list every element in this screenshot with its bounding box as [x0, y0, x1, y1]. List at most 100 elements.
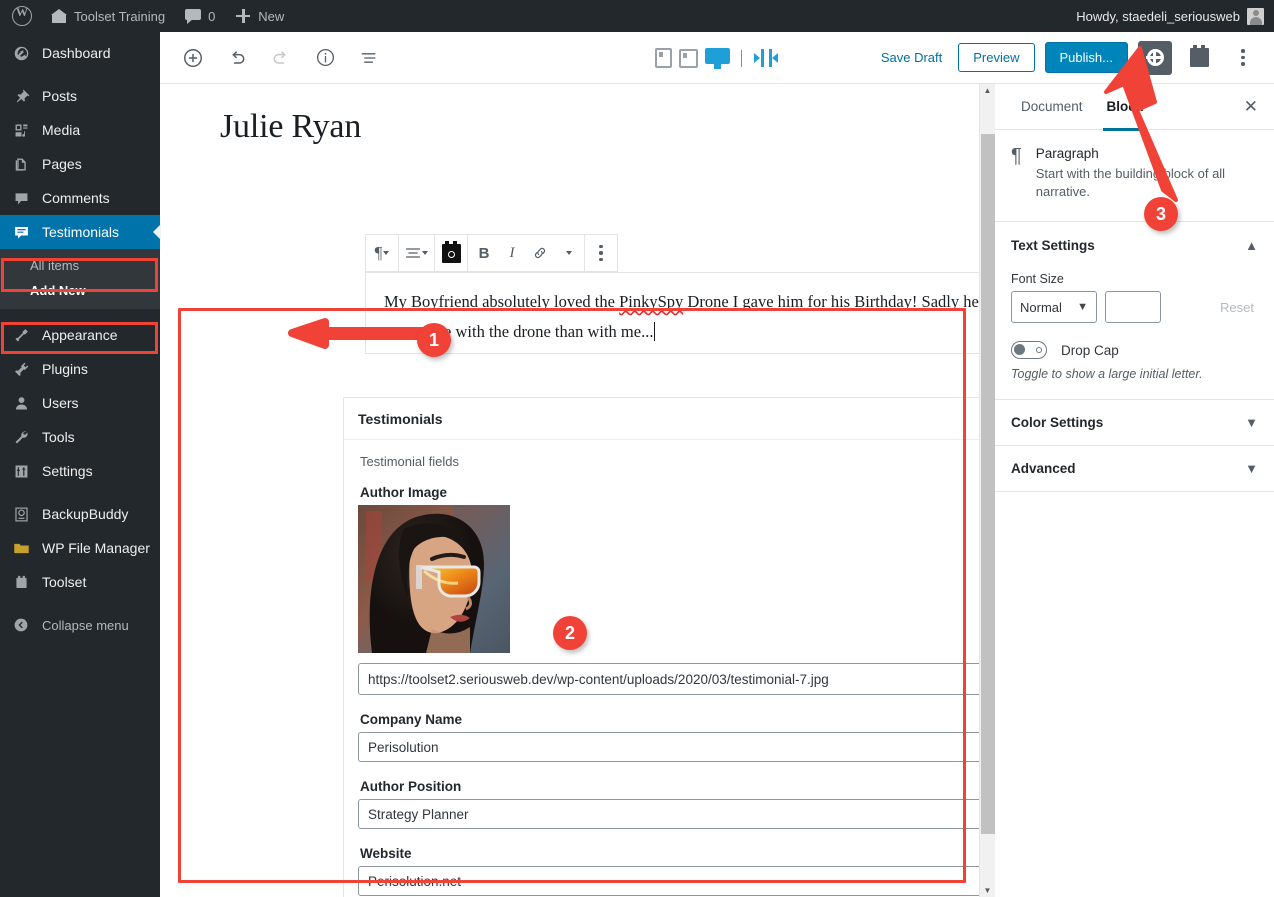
folder-icon [11, 538, 31, 558]
sidebar-item-dashboard[interactable]: Dashboard [0, 36, 160, 70]
more-options-button[interactable] [1226, 41, 1260, 75]
site-name-label: Toolset Training [74, 9, 165, 24]
sidebar-item-wp-file-manager[interactable]: WP File Manager [0, 531, 160, 565]
undo-icon[interactable] [220, 41, 254, 75]
align-icon[interactable] [401, 235, 432, 271]
panel-text-settings-header[interactable]: Text Settings ▲ [995, 222, 1274, 268]
scrollbar-track[interactable] [981, 101, 995, 880]
block-description: Start with the building block of all nar… [1036, 165, 1258, 201]
scroll-up-arrow[interactable]: ▲ [984, 84, 992, 97]
panel-color-settings-header[interactable]: Color Settings ▼ [995, 400, 1274, 446]
block-name: Paragraph [1036, 146, 1258, 161]
sidebar-item-toolset[interactable]: Toolset [0, 565, 160, 599]
inspector-tabs: Document Block ✕ [995, 84, 1274, 130]
collapse-menu-button[interactable]: Collapse menu [0, 608, 160, 642]
rich-text-more-icon[interactable] [554, 235, 582, 271]
misspelled-word: PinkySpy [619, 292, 683, 311]
more-options-icon [1241, 49, 1245, 65]
submenu-item-add-new[interactable]: Add New [0, 278, 160, 303]
desktop-preview-icon[interactable] [705, 48, 730, 69]
wordpress-logo-menu[interactable] [0, 0, 41, 32]
toolset-button[interactable] [1182, 41, 1216, 75]
admin-bar: Toolset Training 0 New Howdy, staedeli_s… [0, 0, 1274, 32]
close-icon[interactable]: ✕ [1236, 97, 1266, 117]
reset-button: Reset [1216, 300, 1258, 315]
chevron-up-icon: ▲ [1245, 238, 1258, 253]
testimonials-submenu: All items Add New [0, 249, 160, 309]
toolset-fields-icon[interactable] [437, 235, 465, 271]
site-name-menu[interactable]: Toolset Training [41, 0, 175, 32]
pin-icon [11, 86, 31, 106]
new-content-menu[interactable]: New [225, 0, 294, 32]
avatar [1247, 8, 1264, 25]
block-toolbar: ¶ [365, 234, 618, 272]
sidebar-item-label: Tools [42, 429, 75, 445]
custom-font-size-input[interactable] [1105, 291, 1161, 323]
sidebar-item-backupbuddy[interactable]: BackupBuddy [0, 497, 160, 531]
editor-top-bar: Save Draft Preview Publish... [160, 32, 1274, 84]
author-image-url-input[interactable] [358, 663, 983, 695]
panel-title: Advanced [1011, 461, 1076, 476]
settings-gear-button[interactable] [1138, 41, 1172, 75]
link-icon[interactable] [526, 235, 554, 271]
account-menu[interactable]: Howdy, staedeli_seriousweb [1066, 0, 1274, 32]
block-options-group [585, 235, 617, 271]
panel-title: Color Settings [1011, 415, 1103, 430]
font-size-label: Font Size [1011, 272, 1258, 286]
publish-button[interactable]: Publish... [1045, 42, 1128, 73]
sidebar-item-pages[interactable]: Pages [0, 147, 160, 181]
block-info-card: ¶ Paragraph Start with the building bloc… [995, 130, 1274, 222]
submenu-item-all-items[interactable]: All items [0, 253, 160, 278]
preview-button[interactable]: Preview [958, 43, 1034, 72]
toolbar-divider [741, 50, 742, 67]
sidebar-item-users[interactable]: Users [0, 386, 160, 420]
canvas-scrollbar[interactable]: ▲ ▼ [979, 84, 995, 897]
chevron-down-icon: ▼ [1245, 415, 1258, 430]
page-title[interactable]: Julie Ryan [160, 84, 978, 152]
sidebar-item-label: Toolset [42, 574, 86, 590]
editor-area: Save Draft Preview Publish... Julie Ryan [160, 32, 1274, 897]
toolset-icon [1190, 48, 1209, 67]
more-options-icon[interactable] [587, 235, 615, 271]
sidebar-item-appearance[interactable]: Appearance [0, 318, 160, 352]
add-block-icon[interactable] [176, 41, 210, 75]
tablet-preview-icon[interactable] [679, 49, 698, 68]
collapse-width-icon[interactable] [753, 49, 779, 67]
users-icon [11, 393, 31, 413]
scroll-down-arrow[interactable]: ▼ [984, 884, 992, 897]
sidebar-item-label: Dashboard [42, 45, 111, 61]
toggle-knob [1014, 344, 1025, 355]
sidebar-item-plugins[interactable]: Plugins [0, 352, 160, 386]
panel-title: Text Settings [1011, 238, 1095, 253]
rich-text-group: B I [468, 235, 585, 271]
sidebar-item-settings[interactable]: Settings [0, 454, 160, 488]
font-size-select[interactable]: Normal ▼ [1011, 291, 1097, 323]
italic-button[interactable]: I [498, 235, 526, 271]
paragraph-type-icon[interactable]: ¶ [368, 235, 396, 271]
sidebar-item-posts[interactable]: Posts [0, 79, 160, 113]
panel-advanced-header[interactable]: Advanced ▼ [995, 446, 1274, 492]
author-portrait-photo[interactable] [358, 505, 510, 653]
save-draft-button[interactable]: Save Draft [875, 49, 948, 66]
chevron-down-icon [422, 251, 428, 255]
mobile-preview-icon[interactable] [655, 48, 672, 68]
block-info-text: Paragraph Start with the building block … [1036, 146, 1258, 201]
scrollbar-thumb[interactable] [981, 134, 995, 834]
paragraph-icon: ¶ [1011, 146, 1022, 201]
sidebar-item-comments[interactable]: Comments [0, 181, 160, 215]
metabox-title: Testimonials [358, 411, 443, 427]
info-icon[interactable] [308, 41, 342, 75]
tab-block[interactable]: Block [1095, 84, 1156, 130]
submenu-item-label: All items [30, 258, 79, 273]
editor-tools-left [160, 41, 386, 75]
sidebar-item-media[interactable]: Media [0, 113, 160, 147]
comments-bubble[interactable]: 0 [175, 0, 225, 32]
admin-sidebar: Dashboard Posts Media Pages Commen [0, 32, 160, 897]
drop-cap-toggle[interactable] [1011, 341, 1047, 359]
sidebar-item-tools[interactable]: Tools [0, 420, 160, 454]
panel-text-settings-body: Font Size Normal ▼ Reset Drop Cap [995, 268, 1274, 400]
sidebar-item-testimonials[interactable]: Testimonials [0, 215, 160, 249]
list-view-icon[interactable] [352, 41, 386, 75]
bold-button[interactable]: B [470, 235, 498, 271]
tab-document[interactable]: Document [1009, 84, 1095, 130]
